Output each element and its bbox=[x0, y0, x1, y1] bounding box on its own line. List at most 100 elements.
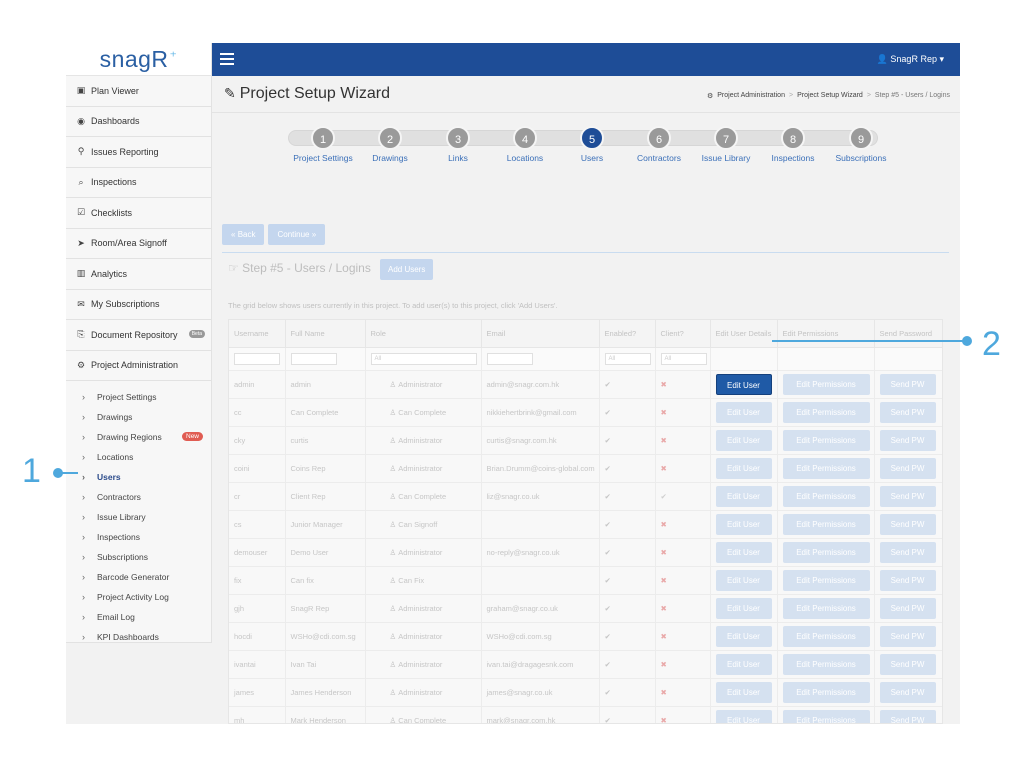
send-password-button[interactable]: Send PW bbox=[879, 709, 936, 723]
submenu-item-users[interactable]: › Users bbox=[66, 467, 211, 487]
edit-permissions-button[interactable]: Edit Permissions bbox=[782, 541, 870, 563]
wizard-step-inspections[interactable]: 8 Inspections bbox=[758, 126, 828, 163]
back-button[interactable]: « Back bbox=[222, 224, 265, 245]
submenu-item-barcode-generator[interactable]: › Barcode Generator bbox=[66, 567, 211, 587]
logo[interactable]: snagR ⁺ bbox=[66, 43, 211, 76]
submenu-item-email-log[interactable]: › Email Log bbox=[66, 607, 211, 627]
edit-user-button[interactable]: Edit User bbox=[715, 513, 772, 535]
edit-permissions-button[interactable]: Edit Permissions bbox=[782, 429, 870, 451]
edit-user-button[interactable]: Edit User bbox=[715, 457, 772, 479]
edit-user-button[interactable]: Edit User bbox=[715, 401, 772, 423]
sidebar-item-my-subscriptions[interactable]: ✉ My Subscriptions bbox=[66, 290, 211, 320]
edit-permissions-button[interactable]: Edit Permissions bbox=[782, 625, 870, 647]
column-header[interactable]: Role bbox=[365, 320, 482, 348]
sidebar-item-checklists[interactable]: ☑ Checklists bbox=[66, 198, 211, 229]
column-header[interactable]: Full Name bbox=[285, 320, 366, 348]
cell-fullname: Junior Manager bbox=[285, 510, 366, 539]
wizard-step-users[interactable]: 5 Users bbox=[557, 126, 627, 163]
column-header[interactable]: Send Password bbox=[874, 320, 942, 348]
filter-enabled-select[interactable]: All bbox=[604, 352, 651, 365]
column-header[interactable]: Edit User Details bbox=[710, 320, 778, 348]
breadcrumb-item-admin[interactable]: Project Administration bbox=[717, 92, 785, 100]
cell-role: ♙ Can Complete bbox=[365, 398, 482, 427]
hamburger-menu-icon[interactable] bbox=[220, 53, 234, 65]
wizard-step-contractors[interactable]: 6 Contractors bbox=[624, 126, 694, 163]
send-password-button[interactable]: Send PW bbox=[879, 373, 936, 395]
sidebar-item-analytics[interactable]: ▥ Analytics bbox=[66, 259, 211, 290]
wizard-step-issue-library[interactable]: 7 Issue Library bbox=[691, 126, 761, 163]
edit-permissions-button[interactable]: Edit Permissions bbox=[782, 709, 870, 723]
submenu-item-locations[interactable]: › Locations bbox=[66, 447, 211, 467]
submenu-item-contractors[interactable]: › Contractors bbox=[66, 487, 211, 507]
edit-permissions-button[interactable]: Edit Permissions bbox=[782, 513, 870, 535]
filter-fullname-cell bbox=[285, 347, 366, 371]
filter-fullname-input[interactable] bbox=[290, 352, 337, 365]
filter-role-select[interactable]: All bbox=[370, 352, 477, 365]
edit-user-button[interactable]: Edit User bbox=[715, 541, 772, 563]
send-password-button[interactable]: Send PW bbox=[879, 457, 936, 479]
submenu-item-drawings[interactable]: › Drawings bbox=[66, 407, 211, 427]
wizard-step-subscriptions[interactable]: 9 Subscriptions bbox=[826, 126, 896, 163]
sidebar-item-dashboards[interactable]: ◉ Dashboards bbox=[66, 107, 211, 137]
send-password-button[interactable]: Send PW bbox=[879, 513, 936, 535]
edit-user-button[interactable]: Edit User bbox=[715, 653, 772, 675]
send-password-button[interactable]: Send PW bbox=[879, 401, 936, 423]
wizard-step-project-settings[interactable]: 1 Project Settings bbox=[288, 126, 358, 163]
send-password-button[interactable]: Send PW bbox=[879, 597, 936, 619]
column-header[interactable]: Enabled? bbox=[599, 320, 656, 348]
user-menu[interactable]: 👤 SnagR Rep ▾ bbox=[877, 54, 944, 65]
role-text: Can Signoff bbox=[398, 519, 438, 529]
sidebar-item-issues-reporting[interactable]: ⚲ Issues Reporting bbox=[66, 137, 211, 168]
sidebar-item-room-area-signoff[interactable]: ➤ Room/Area Signoff bbox=[66, 229, 211, 259]
submenu-item-subscriptions[interactable]: › Subscriptions bbox=[66, 547, 211, 567]
edit-permissions-button[interactable]: Edit Permissions bbox=[782, 401, 870, 423]
submenu-item-issue-library[interactable]: › Issue Library bbox=[66, 507, 211, 527]
edit-user-button[interactable]: Edit User bbox=[715, 597, 772, 619]
breadcrumb-item-wizard[interactable]: Project Setup Wizard bbox=[797, 92, 863, 100]
edit-user-button[interactable]: Edit User bbox=[715, 485, 772, 507]
wizard-step-drawings[interactable]: 2 Drawings bbox=[355, 126, 425, 163]
column-header[interactable]: Client? bbox=[655, 320, 711, 348]
send-password-button[interactable]: Send PW bbox=[879, 569, 936, 591]
sidebar-item-inspections[interactable]: ⌕ Inspections bbox=[66, 168, 211, 198]
wizard-step-links[interactable]: 3 Links bbox=[423, 126, 493, 163]
column-header[interactable]: Username bbox=[229, 320, 286, 348]
edit-permissions-button[interactable]: Edit Permissions bbox=[782, 485, 870, 507]
filter-client-select[interactable]: All bbox=[660, 352, 707, 365]
edit-permissions-button[interactable]: Edit Permissions bbox=[782, 569, 870, 591]
edit-permissions-button[interactable]: Edit Permissions bbox=[782, 653, 870, 675]
edit-permissions-button[interactable]: Edit Permissions bbox=[782, 373, 870, 395]
submenu-item-project-settings[interactable]: › Project Settings bbox=[66, 387, 211, 407]
edit-user-button[interactable]: Edit User bbox=[715, 429, 772, 451]
edit-user-button[interactable]: Edit User bbox=[715, 681, 772, 703]
send-password-button[interactable]: Send PW bbox=[879, 681, 936, 703]
submenu-item-drawing-regions[interactable]: › Drawing Regions New bbox=[66, 427, 211, 447]
send-password-button[interactable]: Send PW bbox=[879, 541, 936, 563]
sidebar-item-project-administration[interactable]: ⚙ Project Administration bbox=[66, 351, 211, 381]
send-password-button[interactable]: Send PW bbox=[879, 429, 936, 451]
wizard-step-locations[interactable]: 4 Locations bbox=[490, 126, 560, 163]
send-password-button[interactable]: Send PW bbox=[879, 485, 936, 507]
edit-user-button[interactable]: Edit User bbox=[715, 373, 772, 395]
send-password-button[interactable]: Send PW bbox=[879, 625, 936, 647]
send-password-button[interactable]: Send PW bbox=[879, 653, 936, 675]
edit-permissions-button[interactable]: Edit Permissions bbox=[782, 457, 870, 479]
submenu-item-project-activity-log[interactable]: › Project Activity Log bbox=[66, 587, 211, 607]
edit-permissions-button[interactable]: Edit Permissions bbox=[782, 597, 870, 619]
column-header[interactable]: Edit Permissions bbox=[777, 320, 875, 348]
column-header[interactable]: Email bbox=[481, 320, 600, 348]
edit-user-button[interactable]: Edit User bbox=[715, 625, 772, 647]
sidebar-item-plan-viewer[interactable]: ▣ Plan Viewer bbox=[66, 76, 211, 107]
edit-user-button[interactable]: Edit User bbox=[715, 569, 772, 591]
cell-role: ♙ Administrator bbox=[365, 622, 482, 651]
edit-user-button[interactable]: Edit User bbox=[715, 709, 772, 723]
add-users-button[interactable]: Add Users bbox=[380, 259, 434, 280]
continue-button[interactable]: Continue » bbox=[268, 224, 326, 245]
edit-permissions-button[interactable]: Edit Permissions bbox=[782, 681, 870, 703]
filter-username-input[interactable] bbox=[234, 352, 280, 365]
table-row: james James Henderson ♙ Administrator james@… bbox=[229, 678, 942, 707]
filter-email-input[interactable] bbox=[486, 352, 533, 365]
sidebar-item-document-repository[interactable]: ⎘ Document Repository Beta bbox=[66, 320, 211, 351]
chevron-right-icon: › bbox=[82, 432, 85, 442]
submenu-item-inspections[interactable]: › Inspections bbox=[66, 527, 211, 547]
